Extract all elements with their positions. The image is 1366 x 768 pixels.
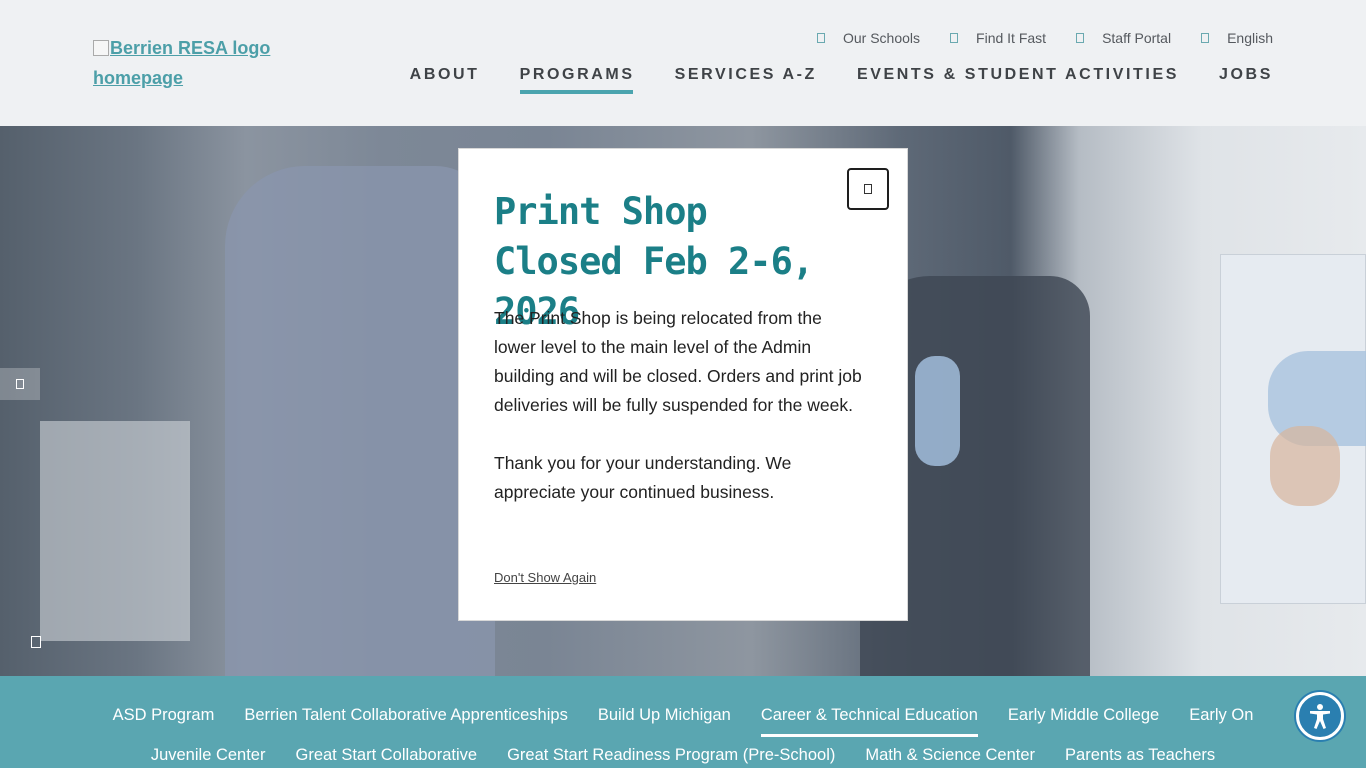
nav-services[interactable]: SERVICES A-Z [675, 66, 817, 94]
chevron-left-icon [16, 379, 24, 389]
modal-paragraph: The Print Shop is being relocated from t… [494, 308, 862, 415]
hero-photo-person [225, 166, 495, 676]
hero-photo-poster-art [1270, 426, 1340, 506]
nav-about[interactable]: ABOUT [410, 66, 480, 94]
program-talent-collaborative[interactable]: Berrien Talent Collaborative Apprentices… [244, 706, 567, 725]
program-math-science[interactable]: Math & Science Center [865, 746, 1035, 765]
program-asd[interactable]: ASD Program [113, 706, 215, 725]
utility-staff-portal[interactable]: Staff Portal [1076, 30, 1171, 46]
nav-events[interactable]: EVENTS & STUDENT ACTIVITIES [857, 66, 1179, 94]
accessibility-icon [1310, 704, 1330, 729]
pause-icon [31, 636, 41, 648]
lock-icon [1076, 33, 1085, 43]
language-selector[interactable]: English [1201, 30, 1273, 46]
programs-row: ASD Program Berrien Talent Collaborative… [0, 706, 1366, 737]
search-icon [950, 33, 959, 43]
hero-photo-cart [40, 421, 190, 641]
utility-label: Find It Fast [976, 30, 1047, 46]
program-juvenile-center[interactable]: Juvenile Center [151, 746, 266, 765]
program-early-on[interactable]: Early On [1189, 706, 1253, 725]
program-early-middle-college[interactable]: Early Middle College [1008, 706, 1159, 725]
main-nav: ABOUT PROGRAMS SERVICES A-Z EVENTS & STU… [410, 66, 1273, 94]
program-great-start-collaborative[interactable]: Great Start Collaborative [295, 746, 477, 765]
program-parents-as-teachers[interactable]: Parents as Teachers [1065, 746, 1215, 765]
slideshow-pause-button[interactable] [30, 635, 42, 649]
modal-paragraph: Thank you for your understanding. We app… [494, 453, 792, 502]
utility-nav: Our Schools Find It Fast Staff Portal En… [816, 30, 1273, 46]
programs-row: Juvenile Center Great Start Collaborativ… [0, 746, 1366, 765]
hero-photo-glove-left [915, 356, 960, 466]
logo-alt-text: Berrien RESA logo homepage [93, 38, 271, 88]
nav-programs[interactable]: PROGRAMS [519, 66, 635, 94]
logo-link[interactable]: Berrien RESA logo homepage [93, 33, 313, 93]
broken-image-icon [93, 40, 109, 56]
nav-jobs[interactable]: JOBS [1219, 66, 1273, 94]
school-icon [816, 33, 825, 43]
utility-our-schools[interactable]: Our Schools [816, 30, 921, 46]
modal-body: The Print Shop is being relocated from t… [494, 304, 864, 507]
slide-prev-button[interactable] [0, 368, 40, 400]
program-cte[interactable]: Career & Technical Education [760, 706, 978, 737]
utility-label: English [1227, 30, 1273, 46]
accessibility-button[interactable] [1296, 692, 1344, 740]
program-gsrp[interactable]: Great Start Readiness Program (Pre-Schoo… [507, 746, 835, 765]
announcement-modal: Print Shop Closed Feb 2-6, 2026 The Prin… [458, 148, 908, 621]
programs-bar: ASD Program Berrien Talent Collaborative… [0, 676, 1366, 768]
utility-label: Our Schools [842, 30, 921, 46]
modal-close-button[interactable] [847, 168, 889, 210]
utility-label: Staff Portal [1102, 30, 1172, 46]
close-icon [864, 184, 872, 194]
site-header: Berrien RESA logo homepage Our Schools F… [0, 0, 1366, 126]
globe-icon [1201, 33, 1210, 43]
dont-show-again-link[interactable]: Don't Show Again [494, 570, 596, 585]
program-build-up-michigan[interactable]: Build Up Michigan [598, 706, 731, 725]
utility-find-it-fast[interactable]: Find It Fast [950, 30, 1046, 46]
